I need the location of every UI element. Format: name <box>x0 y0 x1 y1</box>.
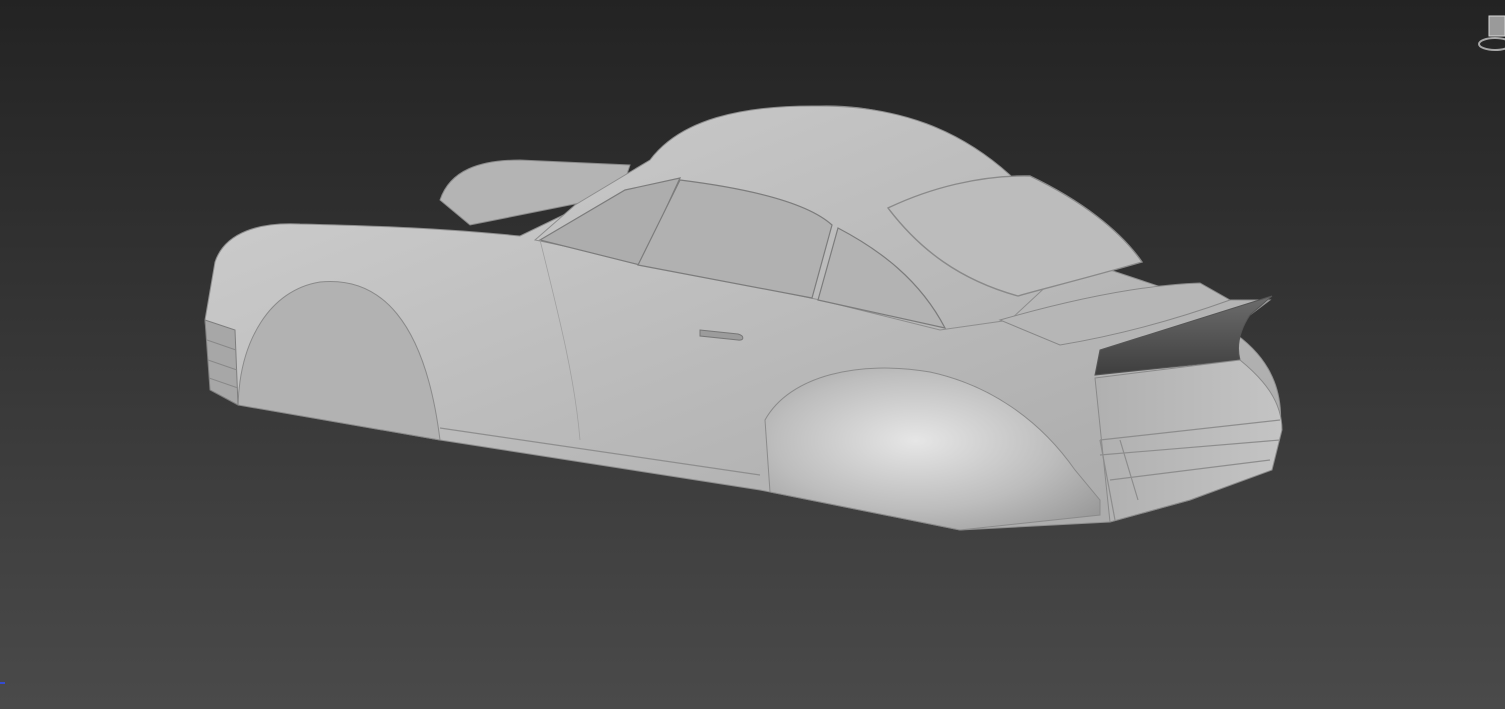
car-body-model[interactable] <box>0 0 1505 709</box>
viewcube-icon[interactable] <box>1477 14 1505 62</box>
3d-viewport[interactable] <box>0 0 1505 709</box>
axis-tripod-icon <box>0 682 5 684</box>
